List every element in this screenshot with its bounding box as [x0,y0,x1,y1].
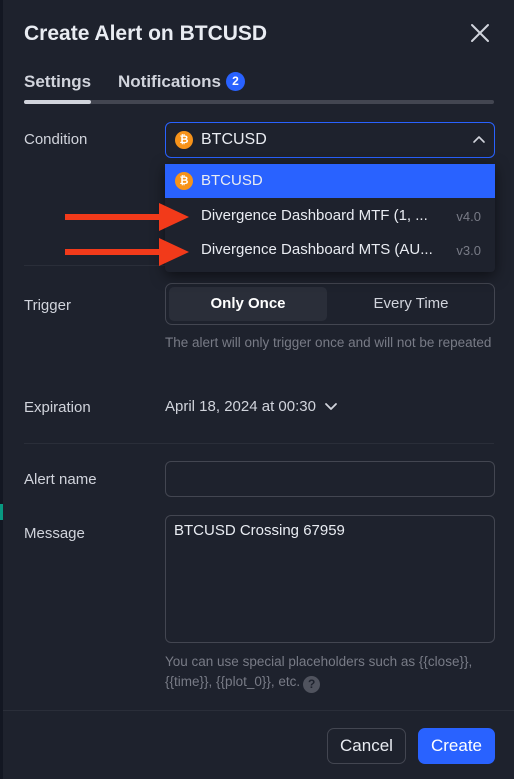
message-value: BTCUSD Crossing 67959 [174,522,345,539]
red-arrow-annotation [65,238,189,266]
condition-select[interactable]: ₿ BTCUSD [165,122,495,158]
tab-bar: Settings Notifications 2 [24,72,494,104]
section-divider [24,443,494,444]
create-alert-dialog: Create Alert on BTCUSD Settings Notifica… [3,0,514,779]
alert-name-input[interactable] [165,461,495,497]
tab-settings-label: Settings [24,72,92,91]
close-button[interactable] [465,18,495,48]
tab-notifications[interactable]: Notifications 2 [118,72,245,92]
bitcoin-icon: ₿ [175,172,193,190]
close-icon [471,24,489,42]
dropdown-option-version: v4.0 [456,209,481,224]
tab-settings[interactable]: Settings [24,72,91,92]
trigger-label: Trigger [24,297,71,314]
cancel-button[interactable]: Cancel [327,728,406,764]
trigger-hint: The alert will only trigger once and wil… [165,335,492,350]
dropdown-option-btcusd[interactable]: ₿ BTCUSD [165,164,495,198]
dialog-title: Create Alert on BTCUSD [24,22,268,45]
notifications-count-badge: 2 [225,72,245,91]
dropdown-option-divergence-mts[interactable]: Divergence Dashboard MTS (AU... v3.0 [165,233,495,267]
tab-track [24,100,494,104]
condition-dropdown-menu: ₿ BTCUSD Divergence Dashboard MTF (1, ..… [165,164,495,272]
trigger-segmented-control: Only Once Every Time [165,283,495,325]
dropdown-option-label: Divergence Dashboard MTS (AU... [201,241,433,258]
alert-name-label: Alert name [24,471,97,488]
message-label: Message [24,525,85,542]
trigger-every-time-option[interactable]: Every Time [332,287,490,321]
message-hint: You can use special placeholders such as… [165,652,495,693]
dropdown-option-label: BTCUSD [201,172,263,189]
chevron-down-icon [325,403,337,410]
condition-label: Condition [24,131,88,148]
create-button[interactable]: Create [418,728,495,764]
dropdown-option-label: Divergence Dashboard MTF (1, ... [201,207,428,224]
expiration-picker[interactable]: April 18, 2024 at 00:30 [165,398,338,415]
tab-notifications-label: Notifications [118,72,221,91]
footer-divider [3,710,514,711]
condition-select-value: BTCUSD [201,131,267,148]
chart-edge-marker [0,504,3,520]
chevron-up-icon [473,136,485,143]
tab-active-indicator [24,100,91,104]
red-arrow-annotation [65,203,189,231]
help-icon[interactable]: ? [303,676,321,693]
dropdown-option-divergence-mtf[interactable]: Divergence Dashboard MTF (1, ... v4.0 [165,199,495,233]
message-textarea[interactable]: BTCUSD Crossing 67959 [165,515,495,643]
dropdown-option-version: v3.0 [456,243,481,258]
trigger-only-once-option[interactable]: Only Once [169,287,327,321]
bitcoin-icon: ₿ [175,131,193,149]
expiration-label: Expiration [24,399,91,416]
expiration-value: April 18, 2024 at 00:30 [165,398,316,415]
